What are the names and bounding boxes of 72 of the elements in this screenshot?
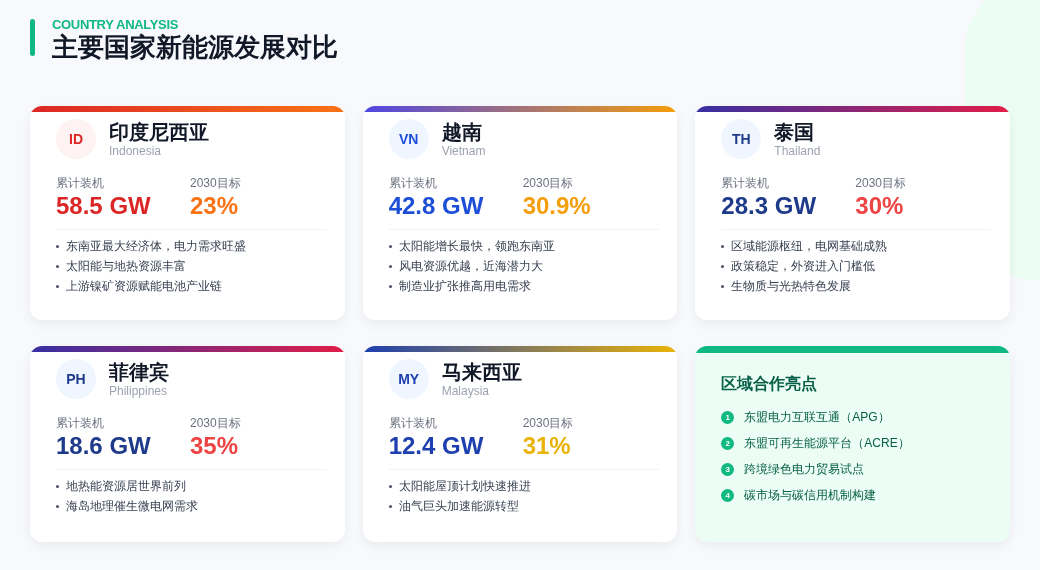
country-name: 泰国 [774, 119, 816, 144]
country-code-badge: MY [388, 359, 429, 399]
bullet-icon [721, 245, 725, 248]
stat-label: 累计装机 [721, 175, 771, 191]
bullet-icon [56, 505, 59, 508]
bullet-icon [388, 485, 392, 488]
target-value: 30.9% [522, 191, 591, 221]
country-code-badge: PH [56, 359, 96, 399]
feature-text: 地热能资源居世界前列 [66, 478, 186, 495]
feature-text: 制造业扩张推高用电需求 [398, 278, 531, 295]
target-value: 31% [522, 431, 572, 461]
bullet-icon [56, 485, 59, 488]
highlight-text: 跨境绿色电力贸易试点 [744, 461, 865, 478]
feature-text: 上游镍矿资源赋能电池产业链 [66, 278, 222, 295]
stat-label: 2030目标 [190, 415, 241, 431]
country-name: 越南 [441, 119, 483, 144]
capacity-value: 28.3 GW [721, 191, 818, 221]
feature-text: 风电资源优越，近海潜力大 [398, 258, 543, 275]
feature-text: 太阳能增长最快，领跑东南亚 [398, 238, 555, 255]
capacity-value: 58.5 GW [56, 191, 152, 221]
eyebrow-label: COUNTRY ANALYSIS [52, 18, 180, 32]
target-value: 30% [855, 191, 905, 221]
stat-label: 累计装机 [56, 175, 105, 191]
number-badge: 4 [721, 489, 735, 502]
number-badge: 2 [721, 437, 735, 450]
stat-label: 2030目标 [522, 175, 575, 191]
bullet-icon [56, 265, 59, 268]
stat-label: 2030目标 [855, 175, 907, 191]
country-name: 印度尼西亚 [109, 119, 209, 144]
country-name: 菲律宾 [109, 359, 169, 384]
bullet-icon [721, 285, 725, 288]
stat-label: 累计装机 [56, 415, 105, 431]
capacity-value: 12.4 GW [388, 431, 485, 461]
bullet-icon [56, 245, 59, 248]
page-title: 主要国家新能源发展对比 [52, 32, 338, 62]
country-english-name: Thailand [774, 143, 821, 159]
highlight-text: 碳市场与碳信用机制构建 [744, 487, 877, 504]
bullet-icon [388, 265, 392, 268]
feature-text: 区域能源枢纽，电网基础成熟 [731, 238, 888, 255]
highlight-text: 东盟电力互联互通（APG） [744, 409, 890, 426]
feature-text: 太阳能屋顶计划快速推进 [398, 478, 531, 495]
stat-label: 累计装机 [388, 415, 438, 431]
stat-label: 2030目标 [522, 415, 574, 431]
country-code-badge: ID [56, 119, 96, 159]
target-value: 35% [190, 431, 240, 461]
feature-text: 政策稳定，外资进入门槛低 [731, 258, 876, 275]
number-badge: 1 [721, 411, 735, 424]
bullet-icon [388, 285, 392, 288]
feature-text: 海岛地理催生微电网需求 [66, 498, 198, 515]
bullet-icon [388, 505, 392, 508]
bullet-icon [56, 285, 59, 288]
feature-text: 生物质与光热特色发展 [731, 278, 852, 295]
target-value: 23% [190, 191, 240, 221]
country-code-badge: VN [388, 119, 429, 159]
country-english-name: Philippines [109, 383, 169, 399]
stat-label: 2030目标 [190, 175, 241, 191]
feature-text: 油气巨头加速能源转型 [398, 498, 519, 515]
capacity-value: 42.8 GW [388, 191, 485, 221]
bullet-icon [721, 265, 725, 268]
country-english-name: Indonesia [109, 143, 163, 159]
bullet-icon [388, 245, 392, 248]
stat-label: 累计装机 [388, 175, 438, 191]
country-english-name: Vietnam [441, 143, 486, 159]
country-english-name: Malaysia [441, 383, 490, 399]
highlights-title: 区域合作亮点 [721, 374, 819, 394]
feature-text: 东南亚最大经济体，电力需求旺盛 [66, 238, 246, 255]
capacity-value: 18.6 GW [56, 431, 152, 461]
number-badge: 3 [721, 463, 735, 476]
country-code-badge: TH [721, 119, 762, 159]
country-name: 马来西亚 [441, 359, 522, 384]
feature-text: 太阳能与地热资源丰富 [66, 258, 186, 275]
highlight-text: 东盟可再生能源平台（ACRE） [744, 435, 910, 452]
